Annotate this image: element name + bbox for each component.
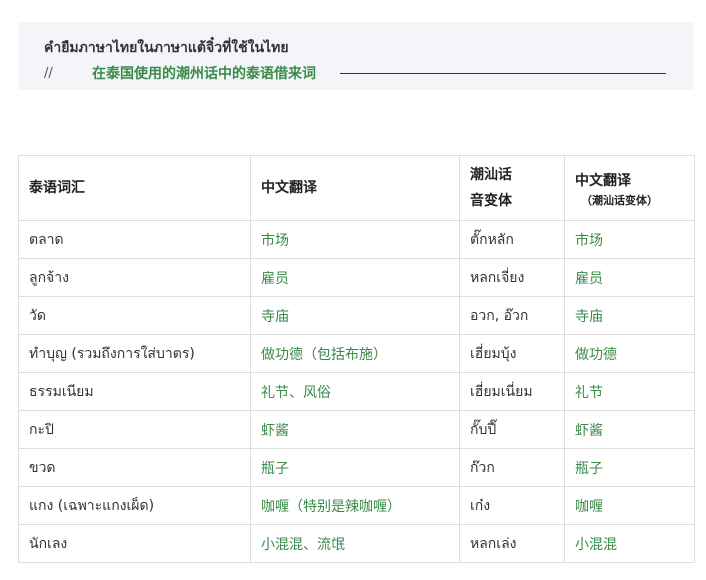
table-row: วัด 寺庙 อวก, อ๊วก 寺庙 [18,296,695,335]
cell-thai-word: ขวด [18,448,251,487]
header-teochew-line2: 音变体 [470,193,512,209]
cell-teochew-translation: 雇员 [564,258,695,297]
chinese-subtitle: 在泰国使用的潮州话中的泰语借来词 [92,66,316,82]
cell-teochew-translation: 瓶子 [564,448,695,487]
table-row: แกง (เฉพาะแกงเผ็ด) 咖喱（特别是辣咖喱） เก๋ง 咖喱 [18,486,695,525]
cell-teochew-translation: 虾酱 [564,410,695,449]
vocabulary-table: 泰语词汇 中文翻译 潮汕话 音变体 中文翻译 （潮汕话变体） ตลาด 市场 ตั๊… [18,155,695,563]
cell-teochew-variant: เฮี่ยมบุ้ง [459,334,565,373]
cell-chinese-translation: 雇员 [250,258,460,297]
header-tcv-line1: 中文翻译 [575,173,631,189]
cell-thai-word: ตลาด [18,220,251,259]
cell-teochew-translation: 小混混 [564,524,695,563]
header-tcv-line2: （潮汕话变体） [581,194,658,207]
cell-chinese-translation: 咖喱（特别是辣咖喱） [250,486,460,525]
cell-chinese-translation: 做功德（包括布施） [250,334,460,373]
header-thai-word: 泰语词汇 [18,155,251,221]
table-row: ขวด 瓶子 ก๊วก 瓶子 [18,448,695,487]
cell-teochew-variant: อวก, อ๊วก [459,296,565,335]
cell-thai-word: กะปิ [18,410,251,449]
cell-teochew-translation: 市场 [564,220,695,259]
table-row: ทำบุญ (รวมถึงการใส่บาตร) 做功德（包括布施） เฮี่ยมบ… [18,334,695,373]
slash-prefix: // [44,65,53,81]
cell-thai-word: แกง (เฉพาะแกงเผ็ด) [18,486,251,525]
cell-teochew-variant: หลกเล่ง [459,524,565,563]
subtitle-line: // 在泰国使用的潮州话中的泰语借来词 [44,62,666,84]
cell-thai-word: วัด [18,296,251,335]
cell-chinese-translation: 寺庙 [250,296,460,335]
cell-teochew-variant: หลกเจี่ยง [459,258,565,297]
table-row: ตลาด 市场 ตั๊กหลัก 市场 [18,220,695,259]
table-row: กะปิ 虾酱 กั๊บปี๊ 虾酱 [18,410,695,449]
cell-teochew-variant: เก๋ง [459,486,565,525]
thai-title: คำยืมภาษาไทยในภาษาแต้จิ๋วที่ใช้ในไทย [44,40,289,56]
cell-teochew-variant: ตั๊กหลัก [459,220,565,259]
divider-line [340,72,666,74]
cell-teochew-translation: 做功德 [564,334,695,373]
cell-thai-word: นักเลง [18,524,251,563]
cell-teochew-translation: 咖喱 [564,486,695,525]
cell-teochew-variant: เฮี่ยมเนี่ยม [459,372,565,411]
cell-teochew-translation: 礼节 [564,372,695,411]
header-teochew-translation: 中文翻译 （潮汕话变体） [564,155,695,221]
header-teochew-line1: 潮汕话 [470,167,512,183]
cell-chinese-translation: 瓶子 [250,448,460,487]
cell-chinese-translation: 礼节、风俗 [250,372,460,411]
header-teochew-variant: 潮汕话 音变体 [459,155,565,221]
cell-teochew-translation: 寺庙 [564,296,695,335]
cell-teochew-variant: กั๊บปี๊ [459,410,565,449]
title-banner: คำยืมภาษาไทยในภาษาแต้จิ๋วที่ใช้ในไทย // … [18,22,694,90]
cell-thai-word: ทำบุญ (รวมถึงการใส่บาตร) [18,334,251,373]
table-row: ธรรมเนียม 礼节、风俗 เฮี่ยมเนี่ยม 礼节 [18,372,695,411]
table-row: ลูกจ้าง 雇员 หลกเจี่ยง 雇员 [18,258,695,297]
table-header-row: 泰语词汇 中文翻译 潮汕话 音变体 中文翻译 （潮汕话变体） [18,155,695,221]
header-chinese-translation: 中文翻译 [250,155,460,221]
table-row: นักเลง 小混混、流氓 หลกเล่ง 小混混 [18,524,695,563]
cell-chinese-translation: 小混混、流氓 [250,524,460,563]
cell-thai-word: ธรรมเนียม [18,372,251,411]
cell-thai-word: ลูกจ้าง [18,258,251,297]
cell-chinese-translation: 虾酱 [250,410,460,449]
cell-teochew-variant: ก๊วก [459,448,565,487]
cell-chinese-translation: 市场 [250,220,460,259]
